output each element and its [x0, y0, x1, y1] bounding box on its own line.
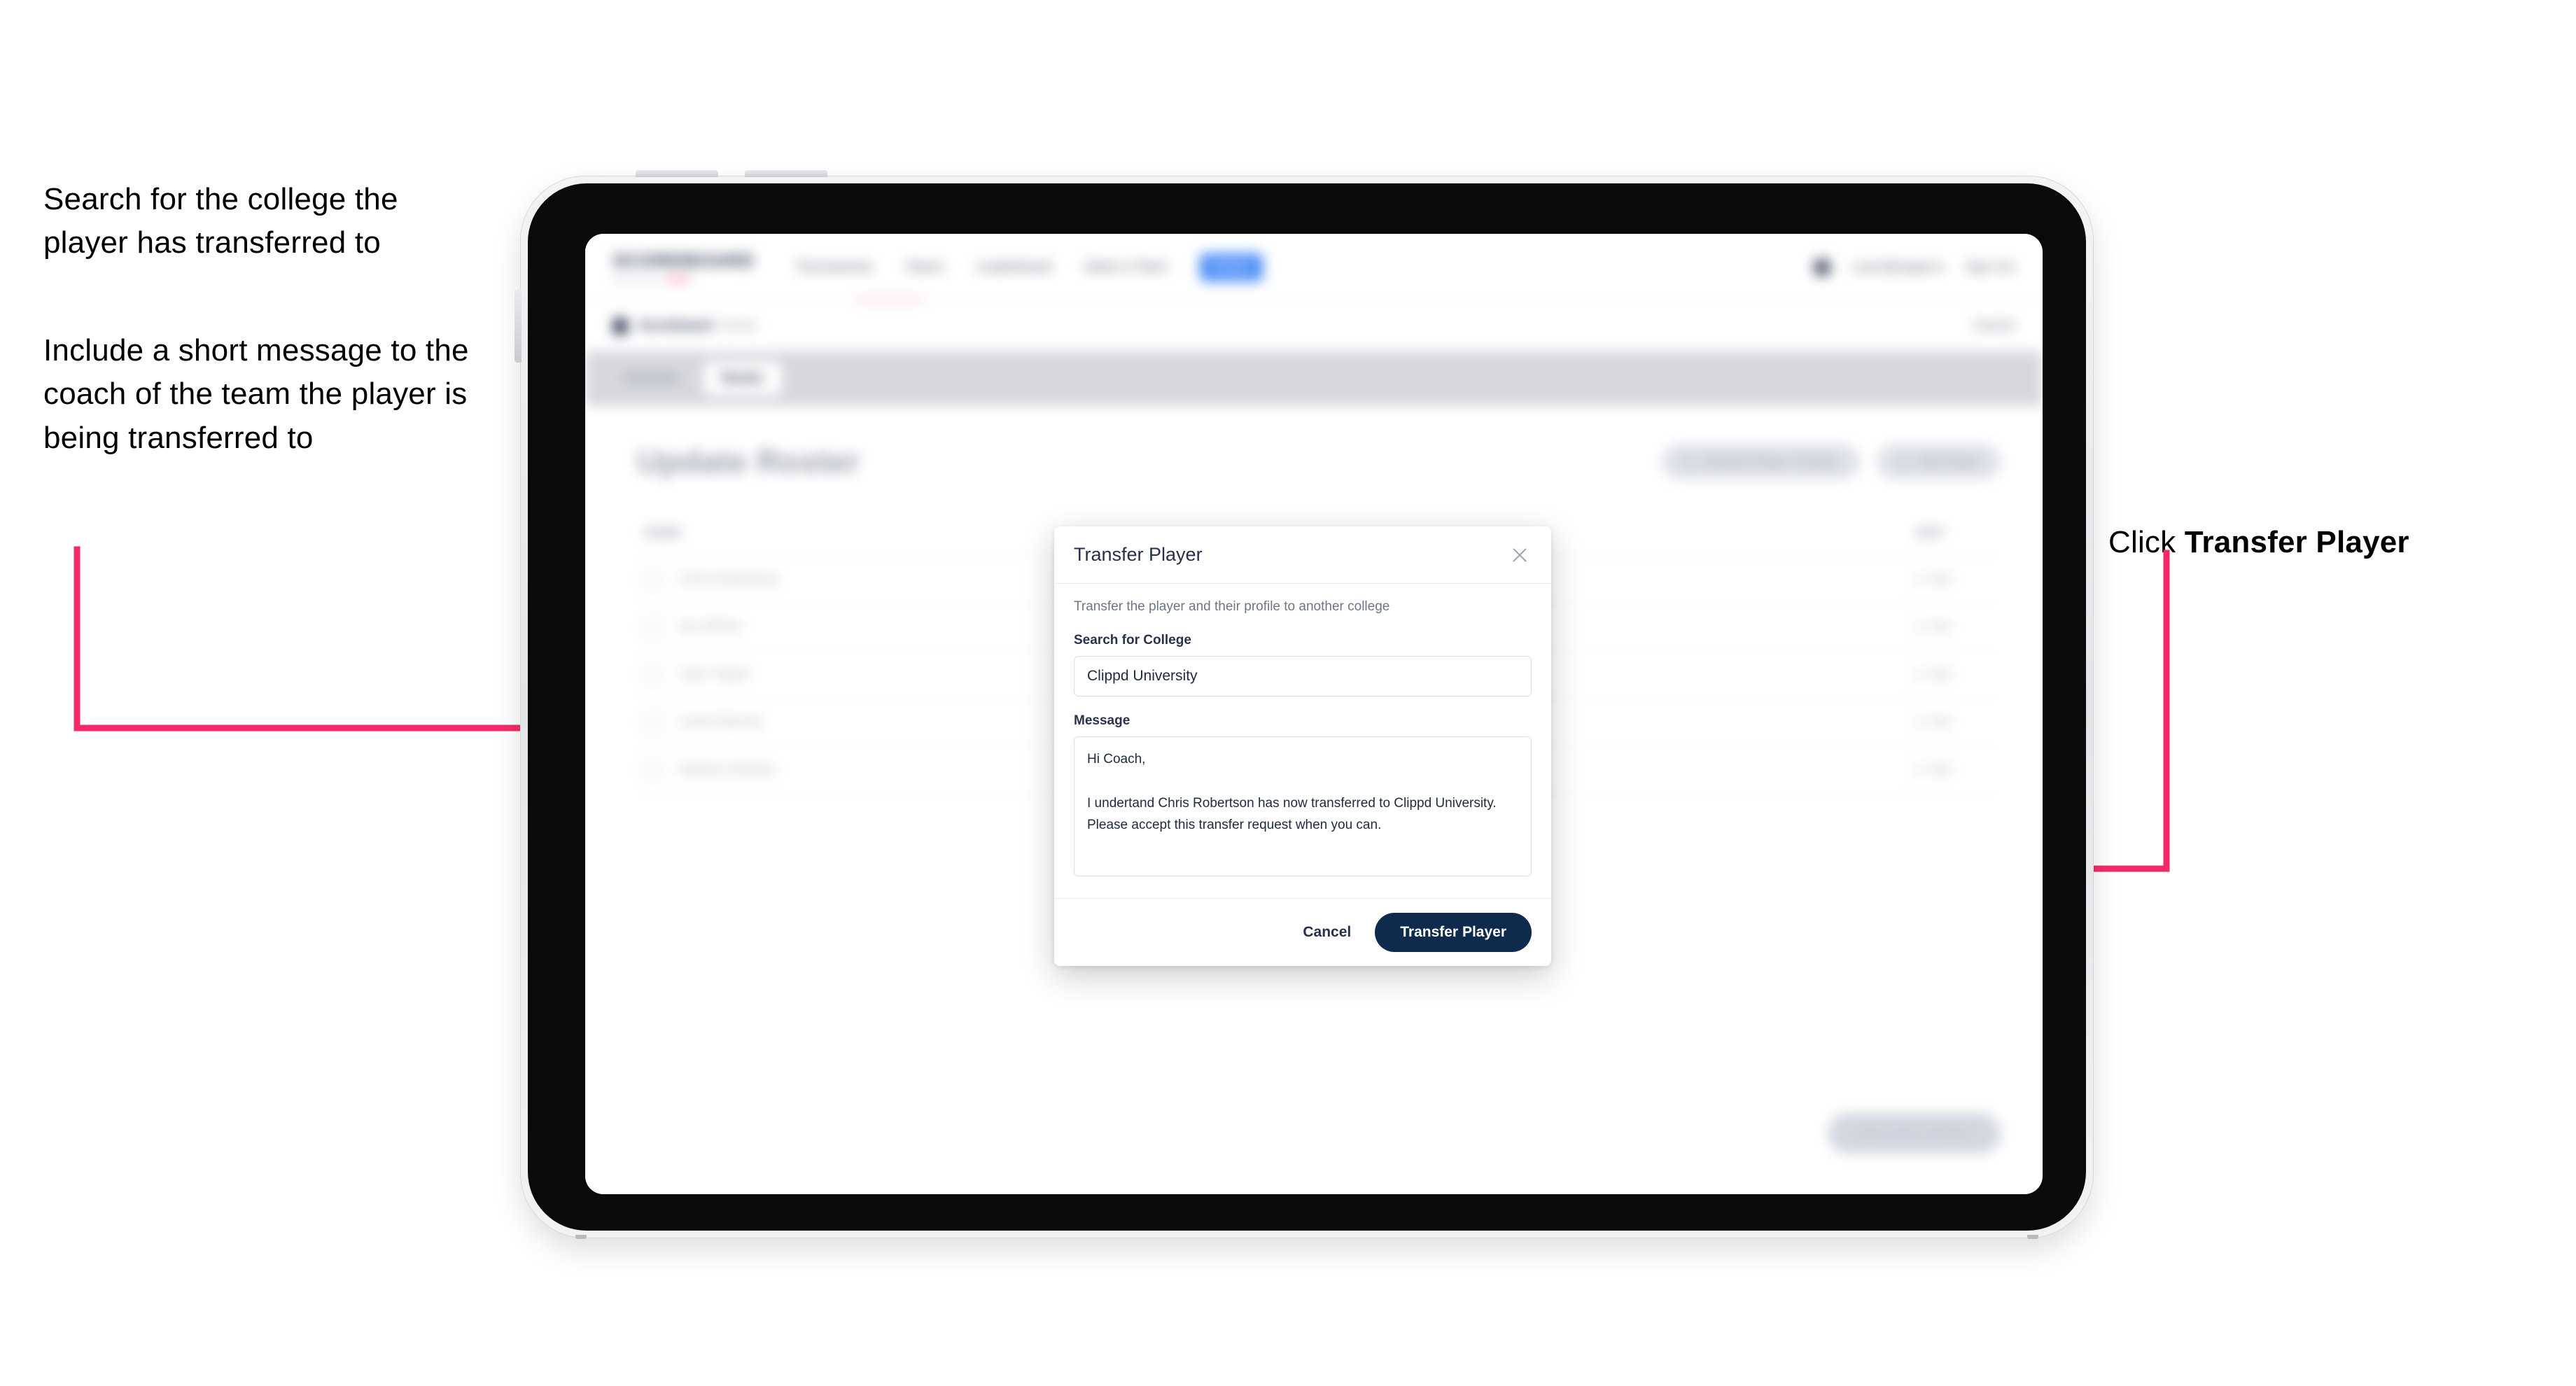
request-player-transfer-button[interactable]: Request Player Transfer — [1661, 444, 1860, 479]
row-checkbox[interactable] — [644, 665, 662, 684]
screenshot-stage: Search for the college the player has tr… — [0, 0, 2576, 1386]
tablet-bezel: SCOREBOARD powered by clippd Tournaments… — [528, 183, 2086, 1231]
row-edit-button[interactable]: Edit — [1861, 714, 2001, 730]
annotation-right-bold: Transfer Player — [2184, 525, 2409, 560]
annotation-left-search-college: Search for the college the player has tr… — [43, 182, 398, 260]
transfer-player-modal: Transfer Player Transfer the player and … — [1054, 526, 1551, 966]
modal-header: Transfer Player — [1054, 526, 1551, 584]
tab-overview[interactable]: Overview — [605, 362, 696, 396]
breadcrumb-sub: Roster — [719, 318, 759, 333]
save-and-continue-button[interactable]: Save And Continue — [1828, 1113, 2001, 1154]
app-logo[interactable]: SCOREBOARD powered by clippd — [613, 251, 755, 284]
transfer-player-button[interactable]: Transfer Player — [1375, 913, 1532, 952]
brand-wordmark: SCOREBOARD — [613, 251, 755, 271]
tab-roster[interactable]: Roster — [704, 362, 783, 396]
modal-title: Transfer Player — [1074, 544, 1203, 565]
player-name: Lewis Barnes — [679, 714, 764, 729]
player-name: Ian Winter — [679, 619, 743, 634]
page-action-buttons: Request Player Transfer Add Player — [1661, 444, 2001, 479]
row-checkbox[interactable] — [644, 713, 662, 732]
pencil-icon — [1907, 666, 1924, 682]
scoreboard-icon — [613, 318, 627, 334]
pencil-icon — [1907, 762, 1924, 778]
row-edit-label: Edit — [1929, 572, 1952, 586]
nav-link-tournaments[interactable]: Tournaments — [796, 260, 873, 275]
avatar[interactable] — [1812, 258, 1831, 276]
row-edit-label: Edit — [1929, 667, 1952, 681]
close-icon[interactable] — [1508, 543, 1532, 567]
message-textarea[interactable] — [1074, 736, 1532, 876]
row-edit-button[interactable]: Edit — [1861, 666, 2001, 682]
search-for-college-input[interactable] — [1074, 656, 1532, 696]
add-player-button[interactable]: Add Player — [1876, 444, 2001, 479]
row-checkbox[interactable] — [644, 570, 662, 589]
brand-tagline-accent: clippd — [663, 274, 691, 284]
pencil-icon — [1907, 619, 1924, 635]
frame-foot-right — [2027, 1235, 2038, 1239]
power-button[interactable] — [514, 290, 522, 363]
nav-link-leaderboard[interactable]: Leaderboard — [976, 260, 1051, 275]
pencil-icon — [1907, 571, 1924, 587]
brand-tagline-text: powered by — [613, 274, 660, 284]
row-edit-button[interactable]: Edit — [1861, 619, 2001, 635]
brand-tagline: powered by clippd — [613, 275, 755, 284]
pencil-icon — [1907, 714, 1924, 730]
breadcrumb-main[interactable]: Scoreboard — [638, 318, 713, 334]
tab-bar: Overview Roster — [585, 351, 2043, 406]
breadcrumb-cancel-button[interactable]: Cancel — [1973, 318, 2015, 334]
cancel-button[interactable]: Cancel — [1303, 924, 1351, 941]
modal-body: Transfer the player and their profile to… — [1054, 584, 1551, 898]
request-player-transfer-label: Request Player Transfer — [1702, 454, 1839, 468]
row-edit-label: Edit — [1929, 620, 1952, 634]
add-player-label: Add Player — [1917, 454, 1980, 468]
annotation-left-include-message: Include a short message to the coach of … — [43, 333, 469, 455]
row-edit-label: Edit — [1929, 715, 1952, 729]
plus-icon — [1897, 456, 1910, 468]
search-for-college-label: Search for College — [1074, 633, 1191, 648]
page-title: Update Roster — [637, 443, 860, 479]
frame-foot-left — [575, 1235, 587, 1239]
row-edit-label: Edit — [1929, 762, 1952, 776]
player-name: Chris Robertson — [679, 571, 780, 587]
nav-right-group: coach@clippd.io Sign Out — [1812, 258, 2015, 276]
nav-link-teams[interactable]: Teams — [904, 260, 944, 275]
message-label: Message — [1074, 713, 1130, 728]
modal-description: Transfer the player and their profile to… — [1074, 599, 1390, 614]
nav-link-roster[interactable]: Roster — [1200, 253, 1264, 281]
row-edit-button[interactable]: Edit — [1861, 571, 2001, 587]
column-header-edit: EDIT — [1916, 526, 1945, 540]
row-checkbox[interactable] — [644, 760, 662, 779]
modal-footer: Cancel Transfer Player — [1054, 898, 1551, 966]
player-name: John Taylor — [679, 666, 750, 682]
volume-up-button[interactable] — [636, 170, 718, 177]
transfer-icon — [1682, 456, 1695, 468]
sign-out-button[interactable]: Sign Out — [1966, 260, 2015, 274]
volume-down-button[interactable] — [745, 170, 827, 177]
annotation-right-prefix: Click — [2108, 525, 2185, 560]
row-checkbox[interactable] — [644, 617, 662, 636]
app-top-nav: SCOREBOARD powered by clippd Tournaments… — [585, 234, 2043, 301]
row-edit-button[interactable]: Edit — [1861, 762, 2001, 778]
tablet-device-frame: SCOREBOARD powered by clippd Tournaments… — [514, 170, 2093, 1239]
tablet-screen: SCOREBOARD powered by clippd Tournaments… — [585, 234, 2043, 1194]
annotation-right-click-transfer: Click Transfer Player — [2108, 477, 2556, 565]
nav-user-email: coach@clippd.io — [1851, 260, 1945, 274]
nav-link-select-a-team[interactable]: Select a Team — [1084, 260, 1168, 275]
player-name: Nathan Holmes — [679, 762, 776, 777]
breadcrumb: Scoreboard Roster Cancel — [585, 301, 2043, 351]
